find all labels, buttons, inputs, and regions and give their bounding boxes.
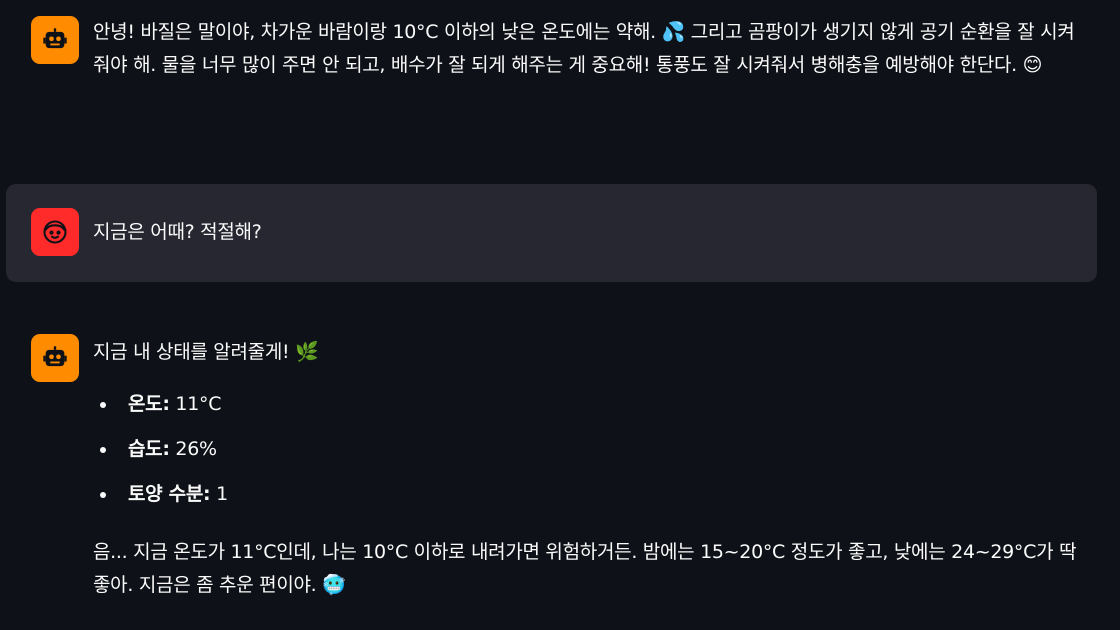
assistant-message-text: 안녕! 바질은 말이야, 차가운 바람이랑 10°C 이하의 낮은 온도에는 약… xyxy=(93,16,1079,82)
assistant-message: 안녕! 바질은 말이야, 차가운 바람이랑 10°C 이하의 낮은 온도에는 약… xyxy=(6,0,1097,170)
assistant-message: 지금 내 상태를 알려줄게! 🌿 온도: 11°C 습도: 26% 토양 수분:… xyxy=(6,320,1097,630)
user-face-icon xyxy=(31,208,79,256)
message-paragraph: 안녕! 바질은 말이야, 차가운 바람이랑 10°C 이하의 낮은 온도에는 약… xyxy=(93,21,1075,76)
robot-face-icon xyxy=(31,334,79,382)
stat-value: 26% xyxy=(175,438,217,460)
stat-label: 온도: xyxy=(128,393,170,415)
message-intro: 지금 내 상태를 알려줄게! 🌿 xyxy=(93,341,319,363)
user-message-text: 지금은 어때? 적절해? xyxy=(93,216,1079,249)
chat-container: 안녕! 바질은 말이야, 차가운 바람이랑 10°C 이하의 낮은 온도에는 약… xyxy=(0,0,1120,630)
message-outro: 음... 지금 온도가 11°C인데, 나는 10°C 이하로 내려가면 위험하… xyxy=(93,541,1077,596)
stat-label: 토양 수분: xyxy=(128,483,211,505)
stat-label: 습도: xyxy=(128,438,170,460)
stat-value: 11°C xyxy=(175,393,222,415)
message-paragraph: 지금은 어때? 적절해? xyxy=(93,221,262,243)
list-item: 온도: 11°C xyxy=(93,382,1079,427)
stat-value: 1 xyxy=(216,483,228,505)
user-message: 지금은 어때? 적절해? xyxy=(6,184,1097,282)
robot-face-icon xyxy=(31,16,79,64)
list-item: 토양 수분: 1 xyxy=(93,472,1079,517)
list-item: 습도: 26% xyxy=(93,427,1079,472)
assistant-message-text: 지금 내 상태를 알려줄게! 🌿 온도: 11°C 습도: 26% 토양 수분:… xyxy=(93,336,1079,602)
status-list: 온도: 11°C 습도: 26% 토양 수분: 1 xyxy=(93,382,1079,517)
